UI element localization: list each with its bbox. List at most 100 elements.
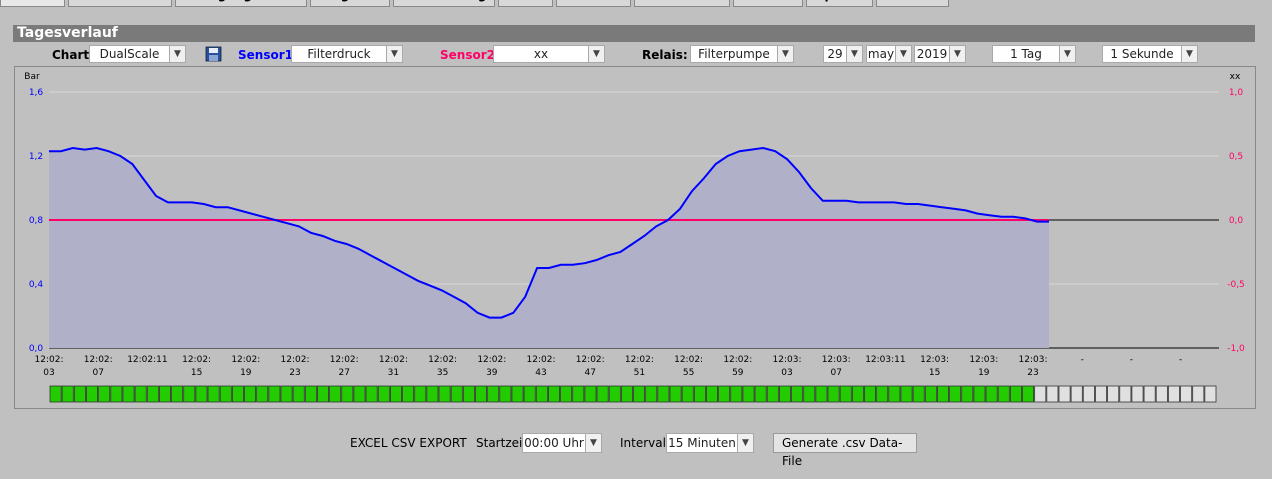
progress-cell [231, 385, 244, 403]
x-tick-label: 12:03: [969, 355, 998, 365]
progress-cell [815, 385, 828, 403]
x-tick-label: 12:03: [920, 355, 949, 365]
progress-cell [317, 385, 330, 403]
left-tick-label: 0,0 [29, 344, 44, 354]
day-select[interactable]: 29 ▼ [823, 45, 863, 63]
progress-cell [839, 385, 852, 403]
tab-fahrmuster[interactable]: Fahrmuster [633, 0, 731, 7]
month-select-value: may [867, 47, 895, 61]
progress-cell [791, 385, 804, 403]
sensor1-area [49, 148, 1049, 348]
left-tick-label: 0,8 [29, 216, 44, 226]
progress-cell [365, 385, 378, 403]
generate-csv-button[interactable]: Generate .csv Data-File [773, 433, 917, 468]
right-tick-label: -0,5 [1227, 280, 1245, 290]
range-select-value: 1 Tag [1010, 47, 1042, 61]
right-tick-label: 0,5 [1229, 152, 1243, 162]
chart-label: Chart: [52, 48, 94, 62]
year-select-value: 2019 [916, 47, 948, 61]
progress-cell [450, 385, 463, 403]
tab-update[interactable]: Update [805, 0, 873, 7]
progress-cell [402, 385, 415, 403]
tab-sd-card[interactable]: SD-Card [875, 0, 949, 7]
progress-cell [876, 385, 889, 403]
x-tick-label: 23 [1027, 368, 1038, 378]
tab-kalibrierung[interactable]: Kalibrierung [393, 0, 496, 7]
x-tick-label: 23 [289, 368, 300, 378]
progress-cell [657, 385, 670, 403]
x-tick-label: 12:03:11 [865, 355, 905, 365]
progress-cell [414, 385, 427, 403]
sensor2-select-value: xx [533, 47, 549, 61]
relais-select[interactable]: Filterpumpe ▼ [690, 45, 794, 63]
chevron-down-icon: ▼ [1181, 46, 1197, 62]
sensor2-select[interactable]: xx ▼ [493, 45, 605, 63]
progress-cell [742, 385, 755, 403]
sensor1-select[interactable]: Filterdruck ▼ [291, 45, 403, 63]
chart-select[interactable]: DualScale ▼ [89, 45, 186, 63]
progress-cell [1082, 385, 1095, 403]
progress-cell [560, 385, 573, 403]
start-time-select[interactable]: 00:00 Uhr ▼ [522, 433, 602, 453]
progress-cell [304, 385, 317, 403]
progress-cell [1070, 385, 1083, 403]
x-tick-label: 12:02:11 [127, 355, 167, 365]
chevron-down-icon: ▼ [588, 46, 604, 62]
x-tick-label: 12:02: [576, 355, 605, 365]
progress-cell [49, 385, 62, 403]
progress-cell [475, 385, 488, 403]
save-icon[interactable] [205, 46, 222, 62]
progress-cell [973, 385, 986, 403]
progress-cell [912, 385, 925, 403]
progress-cell [937, 385, 949, 403]
progress-cell [997, 385, 1010, 403]
range-select[interactable]: 1 Tag ▼ [992, 45, 1076, 63]
progress-cell [499, 385, 512, 403]
progress-cell [438, 385, 451, 403]
progress-cell [1058, 385, 1071, 403]
x-tick-label: - [1081, 355, 1084, 365]
tab-reinigungskurve[interactable]: Reinigungskurve [174, 0, 307, 7]
tab-controllsites[interactable]: Controllsites [67, 0, 172, 7]
progress-cell [1131, 385, 1144, 403]
progress-cell [146, 385, 159, 403]
relais-select-value: Filterpumpe [698, 47, 770, 61]
chevron-down-icon: ▼ [1059, 46, 1075, 62]
progress-cell [706, 385, 719, 403]
export-interval-select[interactable]: 15 Minuten ▼ [666, 433, 754, 453]
tab-sensor[interactable]: Sensor [0, 0, 65, 7]
progress-cell [778, 385, 791, 403]
x-tick-label: 12:03: [822, 355, 851, 365]
tab-statistik[interactable]: Statistik [555, 0, 631, 7]
chevron-down-icon: ▼ [949, 46, 965, 62]
chevron-down-icon: ▼ [846, 46, 862, 62]
month-select[interactable]: may ▼ [866, 45, 912, 63]
progress-cell [827, 385, 840, 403]
progress-cell [669, 385, 682, 403]
x-tick-label: 12:02: [428, 355, 457, 365]
year-select[interactable]: 2019 ▼ [914, 45, 966, 63]
progress-cell [645, 385, 658, 403]
chevron-down-icon: ▼ [169, 46, 185, 62]
left-tick-label: 1,2 [29, 152, 43, 162]
tab-neuzeit[interactable]: Neuzeit [733, 0, 803, 7]
x-tick-label: 12:02: [231, 355, 260, 365]
progress-cell [268, 385, 281, 403]
x-tick-label: - [1179, 355, 1182, 365]
interval-select[interactable]: 1 Sekunde ▼ [1102, 45, 1198, 63]
progress-cell [961, 385, 974, 403]
x-tick-label: 19 [978, 368, 990, 378]
tab-filter[interactable]: Filter [498, 0, 553, 7]
progress-cell [1204, 385, 1217, 403]
export-title: EXCEL CSV EXPORT [350, 436, 467, 450]
chevron-down-icon: ▼ [895, 46, 911, 62]
right-axis-unit: xx [1230, 72, 1241, 82]
progress-cell [134, 385, 147, 403]
progress-cell [803, 385, 816, 403]
x-tick-label: 12:02: [35, 355, 64, 365]
x-tick-label: 51 [634, 368, 645, 378]
progress-cell [110, 385, 123, 403]
tab-diagnose[interactable]: Diagnose [309, 0, 391, 7]
x-tick-label: 43 [535, 368, 546, 378]
progress-cell [1095, 385, 1107, 403]
